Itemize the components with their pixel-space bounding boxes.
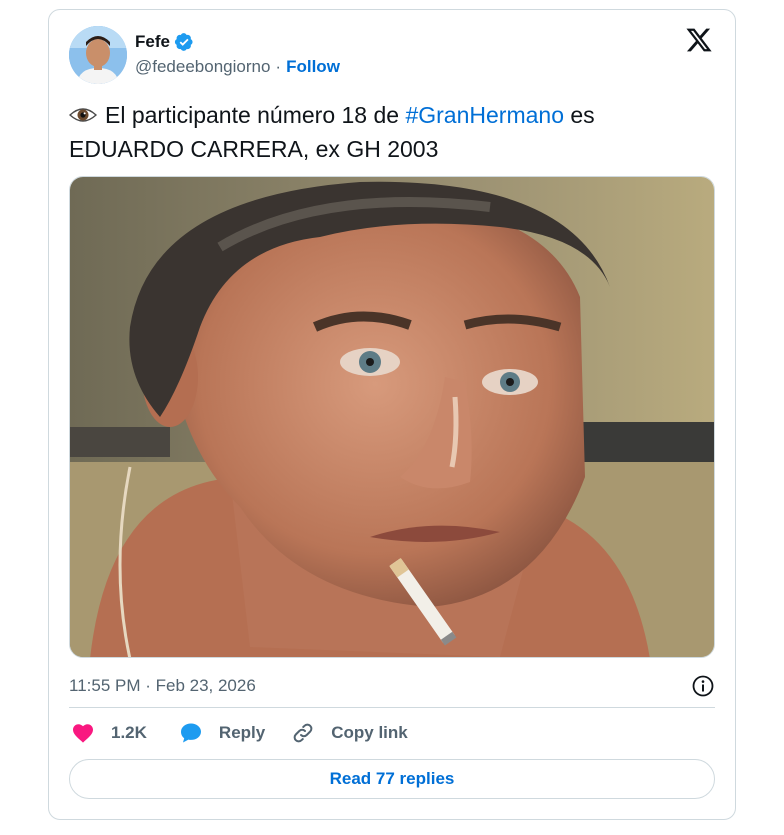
- tweet-meta-row: 11:55 PM · Feb 23, 2026: [69, 672, 715, 700]
- link-icon: [293, 723, 313, 743]
- avatar[interactable]: [69, 26, 127, 84]
- tweet-actions: 1.2K Reply Copy link: [69, 718, 408, 748]
- info-icon[interactable]: [691, 674, 715, 698]
- tweet-media-image[interactable]: [69, 176, 715, 658]
- hashtag-link[interactable]: #GranHermano: [405, 102, 564, 128]
- avatar-image: [69, 26, 127, 84]
- embedded-tweet-card: Fefe @fedeebongiorno · Follow El partici…: [48, 9, 736, 820]
- author-name[interactable]: Fefe: [135, 32, 170, 52]
- reply-button[interactable]: Reply: [179, 721, 265, 745]
- media-photo: [70, 177, 714, 657]
- reply-label: Reply: [218, 723, 266, 742]
- divider: [69, 707, 715, 708]
- eye-emoji-icon: [68, 103, 98, 134]
- tweet-text: El participante número 18 de #GranHerman…: [68, 100, 709, 165]
- copy-link-label: Copy link: [331, 723, 408, 742]
- like-button[interactable]: 1.2K: [71, 721, 147, 745]
- author-handle[interactable]: @fedeebongiorno: [135, 57, 270, 77]
- author-block: Fefe @fedeebongiorno · Follow: [135, 30, 340, 77]
- like-count: 1.2K: [111, 723, 147, 742]
- x-logo-icon[interactable]: [685, 26, 713, 54]
- tweet-text-before: El participante número 18 de: [105, 102, 406, 128]
- read-replies-button[interactable]: Read 77 replies: [69, 759, 715, 799]
- verified-badge-icon: [174, 33, 193, 51]
- tweet-timestamp[interactable]: 11:55 PM · Feb 23, 2026: [69, 676, 256, 696]
- author-name-row: Fefe: [135, 30, 340, 54]
- copy-link-button[interactable]: Copy link: [291, 721, 408, 745]
- follow-button[interactable]: Follow: [286, 57, 340, 77]
- author-handle-row: @fedeebongiorno · Follow: [135, 57, 340, 77]
- heart-icon: [73, 724, 93, 743]
- speech-bubble-icon: [180, 723, 201, 743]
- separator-dot: ·: [275, 57, 282, 76]
